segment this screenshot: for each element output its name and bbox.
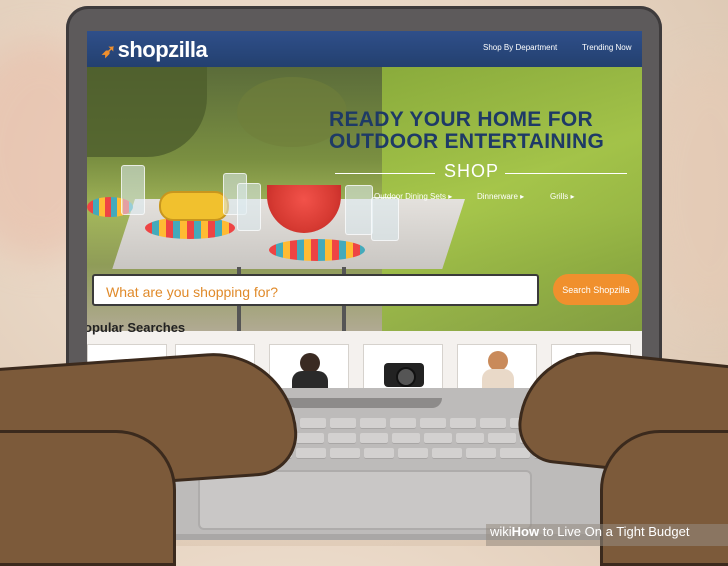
- key[interactable]: [364, 448, 394, 459]
- nav-trending-now[interactable]: Trending Now: [582, 43, 632, 52]
- key[interactable]: [390, 418, 416, 429]
- key[interactable]: [488, 433, 516, 444]
- divider-line-right: [505, 173, 627, 174]
- glass: [121, 165, 145, 215]
- key[interactable]: [360, 433, 388, 444]
- key[interactable]: [328, 433, 356, 444]
- key[interactable]: [420, 418, 446, 429]
- product-image: [300, 353, 320, 373]
- chevron-right-icon: ▸: [520, 192, 525, 201]
- logo-wings-icon: ➶: [101, 41, 116, 61]
- chevron-right-icon: ▸: [570, 192, 575, 201]
- glass: [345, 185, 373, 235]
- product-image: [292, 371, 328, 389]
- key[interactable]: [480, 418, 506, 429]
- glass: [237, 183, 261, 231]
- key[interactable]: [456, 433, 484, 444]
- key[interactable]: [330, 448, 360, 459]
- key[interactable]: [424, 433, 452, 444]
- shop-heading: SHOP: [444, 161, 500, 181]
- browser-screen: ➶shopzilla Shop By Department Trending N…: [87, 31, 642, 389]
- category-label: Dinnerware: [477, 192, 518, 201]
- plate: [269, 239, 365, 261]
- popular-item-thumbnail[interactable]: [457, 344, 537, 389]
- popular-item-thumbnail[interactable]: [363, 344, 443, 389]
- hero-banner[interactable]: READY YOUR HOME FOR OUTDOOR ENTERTAINING…: [87, 67, 642, 331]
- key[interactable]: [392, 433, 420, 444]
- search-shopzilla-button[interactable]: Search Shopzilla: [553, 274, 639, 305]
- product-image: [488, 351, 508, 371]
- glass: [371, 197, 399, 241]
- site-header: ➶shopzilla Shop By Department Trending N…: [87, 31, 642, 67]
- laptop-hinge: [286, 398, 442, 408]
- key[interactable]: [450, 418, 476, 429]
- key[interactable]: [300, 418, 326, 429]
- key[interactable]: [330, 418, 356, 429]
- nav-shop-by-department[interactable]: Shop By Department: [483, 43, 557, 52]
- headline-line-2: OUTDOOR ENTERTAINING: [329, 130, 605, 153]
- chevron-right-icon: ▸: [448, 192, 453, 201]
- key[interactable]: [500, 448, 530, 459]
- key[interactable]: [466, 448, 496, 459]
- hero-headline: READY YOUR HOME FOR OUTDOOR ENTERTAINING: [329, 109, 619, 153]
- camera-lens: [396, 367, 416, 387]
- category-dinnerware[interactable]: Dinnerware ▸: [477, 192, 524, 201]
- key[interactable]: [360, 418, 386, 429]
- key[interactable]: [296, 433, 324, 444]
- popular-searches-heading: opular Searches: [87, 320, 186, 335]
- shopzilla-logo[interactable]: ➶shopzilla: [101, 37, 208, 63]
- search-input[interactable]: [104, 281, 528, 303]
- category-label: Outdoor Dining Sets: [374, 192, 447, 201]
- wiki-label: wiki: [490, 524, 512, 539]
- how-label: How: [511, 524, 540, 539]
- category-outdoor-dining-sets[interactable]: Outdoor Dining Sets ▸: [374, 192, 452, 201]
- category-grills[interactable]: Grills ▸: [550, 192, 574, 201]
- article-title: to Live On a Tight Budget: [539, 524, 690, 539]
- corn-dish: [159, 191, 229, 221]
- popular-item-thumbnail[interactable]: [269, 344, 349, 389]
- product-image: [482, 369, 514, 389]
- category-label: Grills: [550, 192, 569, 201]
- divider-line-left: [335, 173, 435, 174]
- key[interactable]: [398, 448, 428, 459]
- key[interactable]: [432, 448, 462, 459]
- wikihow-watermark: wikiHow to Live On a Tight Budget: [486, 524, 728, 546]
- key[interactable]: [296, 448, 326, 459]
- headline-line-1: READY YOUR HOME FOR: [329, 108, 593, 131]
- trackpad[interactable]: [198, 470, 532, 530]
- search-box[interactable]: [92, 274, 539, 306]
- bush: [87, 67, 207, 157]
